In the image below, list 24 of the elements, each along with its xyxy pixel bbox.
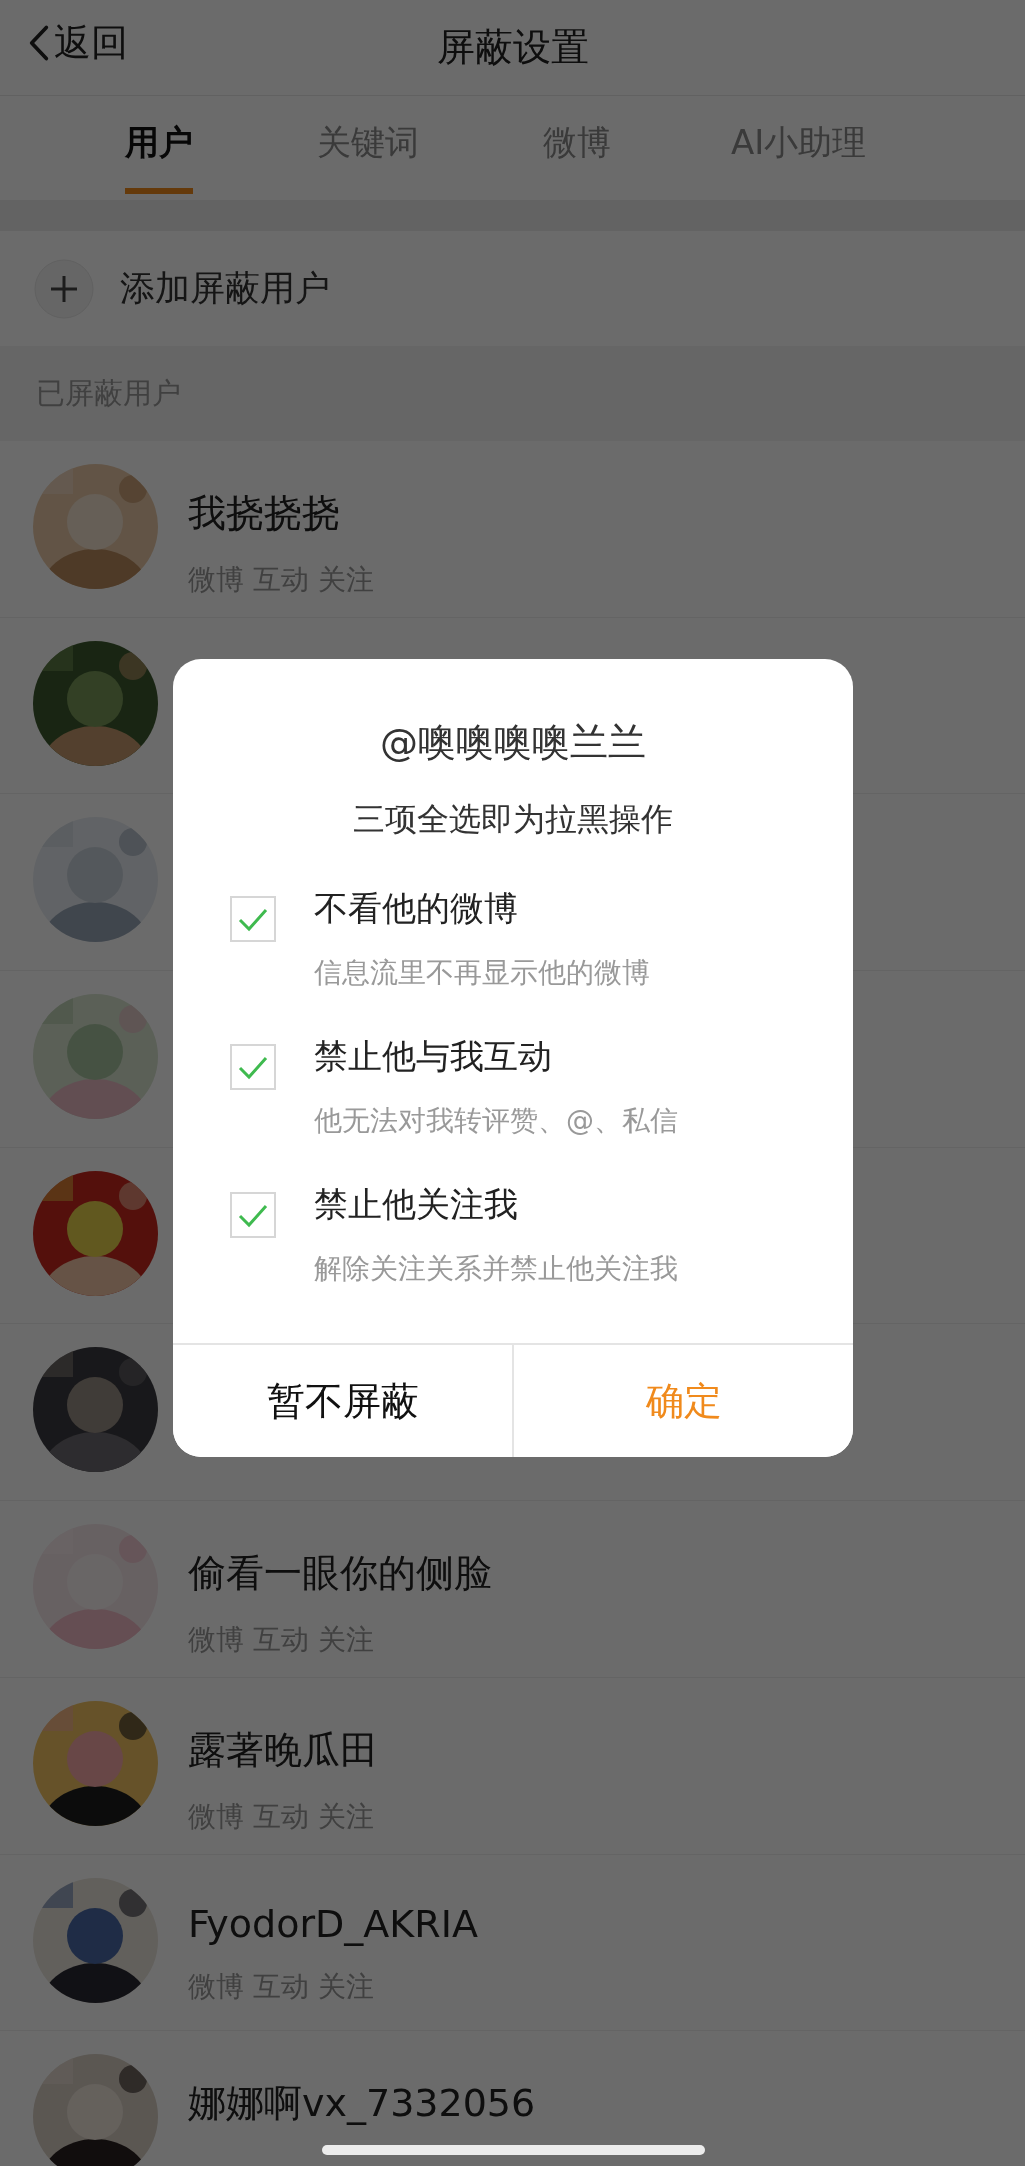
checkbox[interactable] <box>230 1044 276 1090</box>
option-label: 禁止他与我互动 <box>314 1035 553 1078</box>
user-name: 娜娜啊vx_7332056 <box>188 2080 536 2128</box>
checkbox[interactable] <box>230 896 276 942</box>
add-blocked-user-label: 添加屏蔽用户 <box>120 267 330 310</box>
option-description: 他无法对我转评赞、@、私信 <box>314 1103 678 1139</box>
option-description: 信息流里不再显示他的微博 <box>314 955 650 991</box>
dialog-subtitle: 三项全选即为拉黑操作 <box>352 799 674 840</box>
option-description: 解除关注关系并禁止他关注我 <box>314 1251 678 1287</box>
back-button[interactable]: 返回 <box>28 18 128 68</box>
user-name: FyodorD_AKRIA <box>188 1901 478 1946</box>
page-title: 屏蔽设置 <box>436 24 589 71</box>
checkbox[interactable] <box>230 1192 276 1238</box>
tab[interactable]: 用户 <box>125 102 193 194</box>
plus-icon <box>34 258 94 319</box>
option-label: 禁止他关注我 <box>314 1183 519 1226</box>
user-name: 露著晚瓜田 <box>188 1726 378 1774</box>
dialog-title: @噢噢噢噢兰兰 <box>379 719 647 766</box>
user-name: 偷看一眼你的侧脸 <box>188 1550 492 1598</box>
user-name: 我挠挠挠 <box>188 490 341 537</box>
option-label: 不看他的微博 <box>314 887 519 930</box>
cancel-button[interactable]: 暂不屏蔽 <box>173 1345 514 1457</box>
back-chevron-icon <box>28 24 50 62</box>
add-blocked-user-row[interactable]: 添加屏蔽用户 <box>0 231 1025 346</box>
